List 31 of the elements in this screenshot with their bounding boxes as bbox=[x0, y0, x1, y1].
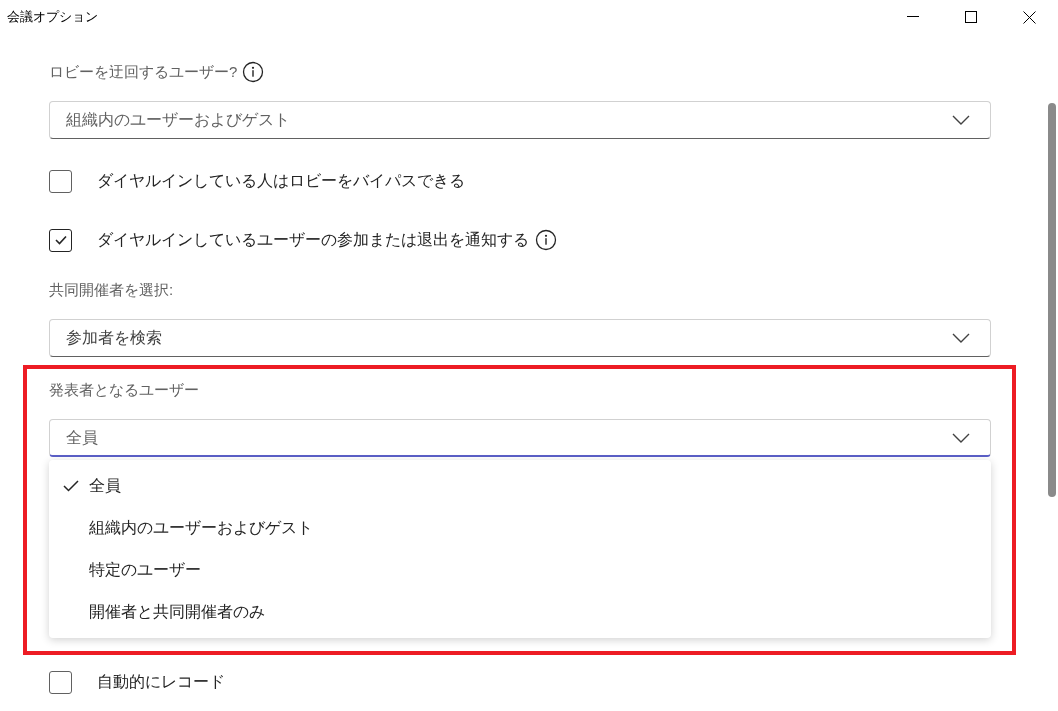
dropdown-option[interactable]: 特定のユーザー bbox=[49, 549, 991, 591]
field-label: 発表者となるユーザー bbox=[49, 379, 199, 400]
checkbox-label: ダイヤルインしているユーザーの参加または退出を通知する bbox=[97, 230, 529, 250]
checkbox-label: ダイヤルインしている人はロビーをバイパスできる bbox=[97, 171, 465, 191]
checkbox-label: 自動的にレコード bbox=[97, 672, 225, 692]
chevron-down-icon bbox=[952, 333, 970, 343]
chevron-down-icon bbox=[952, 115, 970, 125]
checkbox[interactable] bbox=[49, 670, 72, 694]
dropdown-option[interactable]: 開催者と共同開催者のみ bbox=[49, 591, 991, 633]
field-label: 共同開催者を選択: bbox=[49, 279, 174, 300]
dropdown-value: 組織内のユーザーおよびゲスト bbox=[66, 110, 290, 130]
maximize-icon bbox=[965, 11, 977, 23]
scrollbar-thumb[interactable] bbox=[1048, 103, 1056, 497]
dropdown-placeholder: 参加者を検索 bbox=[66, 328, 162, 348]
dropdown-option[interactable]: 組織内のユーザーおよびゲスト bbox=[49, 507, 991, 549]
checkmark-icon bbox=[54, 235, 67, 245]
field-label: ロビーを迂回するユーザー? bbox=[49, 61, 238, 82]
checkbox[interactable] bbox=[49, 228, 72, 252]
chevron-down-icon bbox=[952, 432, 970, 443]
close-icon bbox=[1022, 10, 1036, 24]
info-icon[interactable] bbox=[242, 61, 265, 83]
dropdown-field[interactable]: 全員 bbox=[49, 419, 991, 457]
dropdown-option[interactable]: 全員 bbox=[49, 465, 991, 507]
dropdown-field[interactable]: 組織内のユーザーおよびゲスト bbox=[49, 101, 991, 139]
minimize-icon bbox=[907, 16, 919, 18]
info-icon[interactable] bbox=[535, 229, 557, 251]
dropdown-value: 全員 bbox=[66, 427, 98, 448]
checkmark-icon bbox=[63, 480, 79, 492]
dropdown-field[interactable]: 参加者を検索 bbox=[49, 319, 991, 357]
checkbox[interactable] bbox=[49, 169, 72, 193]
window-title: 会議オプション bbox=[7, 8, 98, 27]
